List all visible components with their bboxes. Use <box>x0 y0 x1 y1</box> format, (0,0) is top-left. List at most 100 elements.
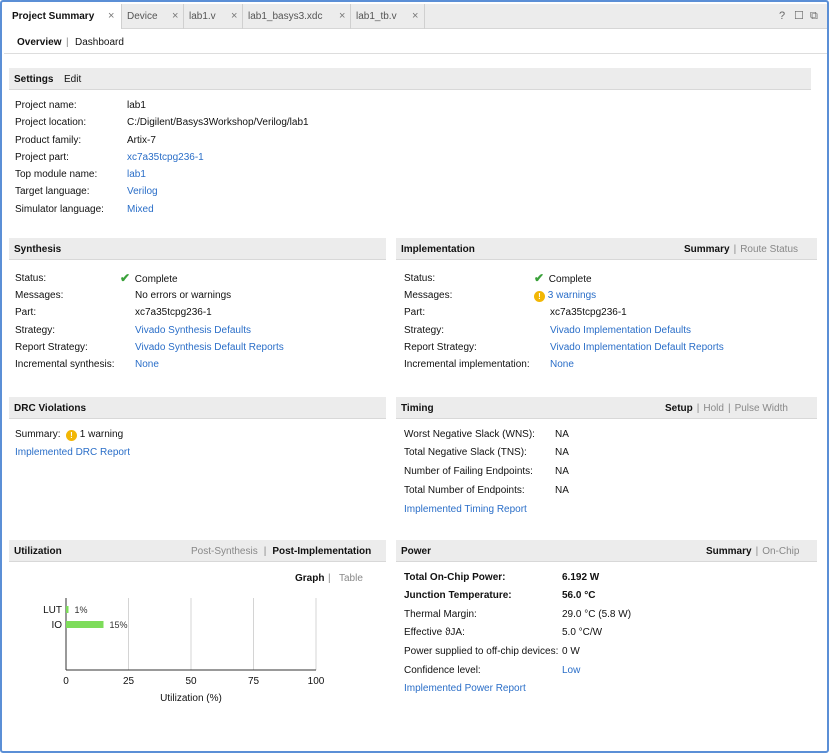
implementation-title: Implementation <box>401 244 475 255</box>
target-language-link[interactable]: Verilog <box>127 186 158 197</box>
restore-icon[interactable]: ☐ <box>794 4 804 29</box>
failing-endpoints-label: Number of Failing Endpoints: <box>404 466 533 477</box>
tab-device[interactable]: Device × <box>122 4 184 29</box>
impl-part-label: Part: <box>404 307 426 318</box>
impl-part-value: xc7a35tcpg236-1 <box>550 307 627 318</box>
setup-tab[interactable]: Setup <box>665 403 693 414</box>
project-part-link[interactable]: xc7a35tcpg236-1 <box>127 152 204 163</box>
synthesis-title: Synthesis <box>14 244 62 255</box>
junction-temp-value: 56.0 °C <box>562 590 596 601</box>
top-module-link[interactable]: lab1 <box>127 169 146 180</box>
project-location-value: C:/Digilent/Basys3Workshop/Verilog/lab1 <box>127 117 309 128</box>
synth-messages-value: No errors or warnings <box>135 290 232 301</box>
x-tick-label: 100 <box>308 676 325 687</box>
drc-report-link[interactable]: Implemented DRC Report <box>15 447 130 458</box>
timing-view-tabs: Setup | Hold | Pulse Width <box>665 403 788 414</box>
implementation-panel: Implementation Summary | Route Status Stat… <box>396 238 817 378</box>
power-report-link[interactable]: Implemented Power Report <box>404 683 526 694</box>
product-family-value: Artix-7 <box>127 135 156 146</box>
summary-subnav: Overview | Dashboard <box>4 29 827 54</box>
tab-lab1-tb-v[interactable]: lab1_tb.v × <box>351 4 425 29</box>
tab-lab1-basys3-xdc[interactable]: lab1_basys3.xdc × <box>243 4 351 29</box>
impl-warnings-link[interactable]: 3 warnings <box>548 290 596 301</box>
impl-strategy-link[interactable]: Vivado Implementation Defaults <box>550 325 691 336</box>
close-icon[interactable]: × <box>231 4 237 29</box>
total-endpoints-label: Total Number of Endpoints: <box>404 485 525 496</box>
synthesis-header: Synthesis <box>9 238 386 260</box>
product-family-label: Product family: <box>15 135 82 146</box>
float-window-icon[interactable]: ⧉ <box>810 4 818 29</box>
synth-part-label: Part: <box>15 307 37 318</box>
synth-messages-label: Messages: <box>15 290 64 301</box>
incremental-synthesis-label: Incremental synthesis: <box>15 359 115 370</box>
total-endpoints-value: NA <box>555 485 569 496</box>
impl-report-strategy-link[interactable]: Vivado Implementation Default Reports <box>550 342 724 353</box>
post-synthesis-tab[interactable]: Post-Synthesis <box>191 546 258 557</box>
pulse-width-tab[interactable]: Pulse Width <box>735 403 788 414</box>
chart-tick-labels: 0 25 50 75 100 LUT IO <box>43 605 325 687</box>
tns-label: Total Negative Slack (TNS): <box>404 447 527 458</box>
total-power-value: 6.192 W <box>562 572 600 583</box>
hold-tab[interactable]: Hold <box>703 403 724 414</box>
post-implementation-tab[interactable]: Post-Implementation <box>272 546 371 557</box>
tab-lab1-v[interactable]: lab1.v × <box>184 4 243 29</box>
x-tick-label: 25 <box>123 676 135 687</box>
power-summary-tab[interactable]: Summary <box>706 546 752 557</box>
synth-strategy-link[interactable]: Vivado Synthesis Defaults <box>135 325 251 336</box>
x-axis-label: Utilization (%) <box>160 693 222 704</box>
x-tick-label: 0 <box>63 676 69 687</box>
simulator-language-link[interactable]: Mixed <box>127 204 154 215</box>
category-label: IO <box>51 620 62 631</box>
synthesis-panel: Synthesis Status: ✔ Complete Messages: N… <box>9 238 386 378</box>
route-status-tab[interactable]: Route Status <box>740 244 798 255</box>
chart-gridlines <box>128 598 317 670</box>
category-label: LUT <box>43 605 62 616</box>
graph-view-tab[interactable]: Graph <box>295 573 324 584</box>
check-icon: ✔ <box>120 271 131 285</box>
impl-status-label: Status: <box>404 273 436 284</box>
subnav-separator: | <box>66 37 69 48</box>
implementation-view-tabs: Summary | Route Status <box>684 244 798 255</box>
timing-header: Timing Setup | Hold | Pulse Width <box>396 397 817 419</box>
tab-separator: | <box>727 403 731 414</box>
help-icon[interactable]: ? <box>779 4 785 29</box>
failing-endpoints-value: NA <box>555 466 569 477</box>
incremental-synthesis-link[interactable]: None <box>135 359 159 370</box>
settings-header: Settings Edit <box>9 68 811 90</box>
project-location-label: Project location: <box>15 117 87 128</box>
summary-content: Settings Edit Project name: lab1 Project… <box>9 60 821 738</box>
off-chip-power-label: Power supplied to off-chip devices: <box>404 646 559 657</box>
target-language-label: Target language: <box>15 186 90 197</box>
close-icon[interactable]: × <box>108 4 114 29</box>
power-view-tabs: Summary | On-Chip <box>706 546 799 557</box>
junction-temp-label: Junction Temperature: <box>404 590 512 601</box>
editor-tab-bar: Project Summary × Device × lab1.v × lab1… <box>4 4 827 29</box>
tab-project-summary[interactable]: Project Summary × <box>4 4 122 29</box>
top-module-label: Top module name: <box>15 169 98 180</box>
implementation-header: Implementation Summary | Route Status <box>396 238 817 260</box>
dashboard-tab[interactable]: Dashboard <box>75 37 124 48</box>
bar-data-label: 1% <box>75 605 88 615</box>
synth-report-strategy-link[interactable]: Vivado Synthesis Default Reports <box>135 342 284 353</box>
on-chip-tab[interactable]: On-Chip <box>762 546 799 557</box>
utilization-panel: Utilization Post-Synthesis | Post-Implemen… <box>9 540 386 710</box>
settings-edit-link[interactable]: Edit <box>64 74 81 85</box>
incremental-implementation-link[interactable]: None <box>550 359 574 370</box>
x-tick-label: 50 <box>185 676 197 687</box>
synth-report-strategy-label: Report Strategy: <box>15 342 88 353</box>
utilization-header: Utilization Post-Synthesis | Post-Implemen… <box>9 540 386 562</box>
impl-summary-tab[interactable]: Summary <box>684 244 730 255</box>
effective-theta-ja-label: Effective ϑJA: <box>404 627 465 638</box>
drc-title: DRC Violations <box>14 403 87 414</box>
impl-messages-label: Messages: <box>404 290 453 301</box>
effective-theta-ja-value: 5.0 °C/W <box>562 627 603 638</box>
confidence-level-label: Confidence level: <box>404 665 481 676</box>
close-icon[interactable]: × <box>412 4 418 29</box>
confidence-level-link[interactable]: Low <box>562 665 580 676</box>
settings-panel: Settings Edit Project name: lab1 Project… <box>9 68 811 220</box>
close-icon[interactable]: × <box>339 4 345 29</box>
timing-report-link[interactable]: Implemented Timing Report <box>404 504 527 515</box>
table-view-tab[interactable]: Table <box>339 573 363 584</box>
overview-tab[interactable]: Overview <box>17 37 61 48</box>
close-icon[interactable]: × <box>172 4 178 29</box>
